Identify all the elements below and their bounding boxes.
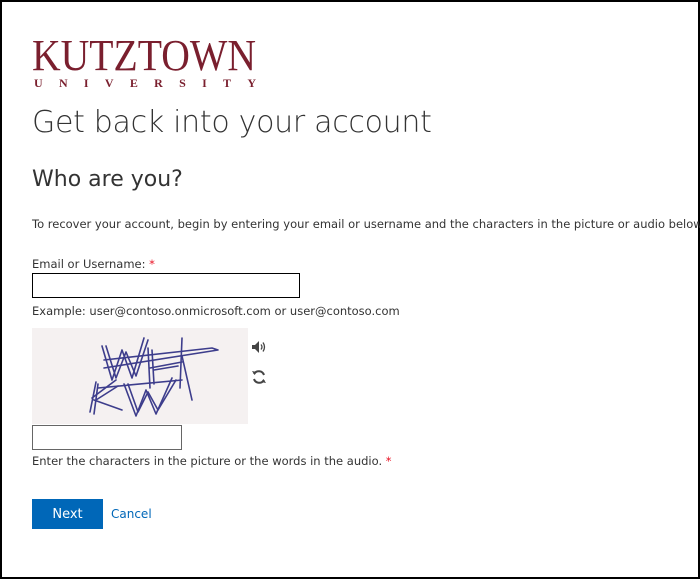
instructions-text: To recover your account, begin by enteri… xyxy=(32,217,700,231)
email-label: Email or Username: * xyxy=(32,257,155,271)
captcha-hint-text: Enter the characters in the picture or t… xyxy=(32,454,383,468)
kutztown-wordmark: KUTZTOWN UNIVERSITY xyxy=(32,31,256,90)
next-button[interactable]: Next xyxy=(32,499,103,529)
captcha-image xyxy=(32,328,248,424)
section-title: Who are you? xyxy=(32,167,183,192)
page-title: Get back into your account xyxy=(32,105,432,140)
cancel-link[interactable]: Cancel xyxy=(111,507,152,521)
required-marker: * xyxy=(149,257,155,271)
email-label-text: Email or Username: xyxy=(32,257,146,271)
captcha-input[interactable] xyxy=(32,425,182,450)
email-input[interactable] xyxy=(32,273,300,298)
university-logo: KUTZTOWN UNIVERSITY xyxy=(32,31,258,90)
recovery-page: KUTZTOWN UNIVERSITY Get back into your a… xyxy=(0,0,700,579)
required-marker: * xyxy=(385,454,392,468)
example-text: Example: user@contoso.onmicrosoft.com or… xyxy=(32,304,400,318)
refresh-icon[interactable] xyxy=(251,369,267,385)
svg-text:KUTZTOWN: KUTZTOWN xyxy=(32,34,256,80)
captcha-hint: Enter the characters in the picture or t… xyxy=(32,454,392,468)
speaker-icon[interactable] xyxy=(251,339,267,355)
